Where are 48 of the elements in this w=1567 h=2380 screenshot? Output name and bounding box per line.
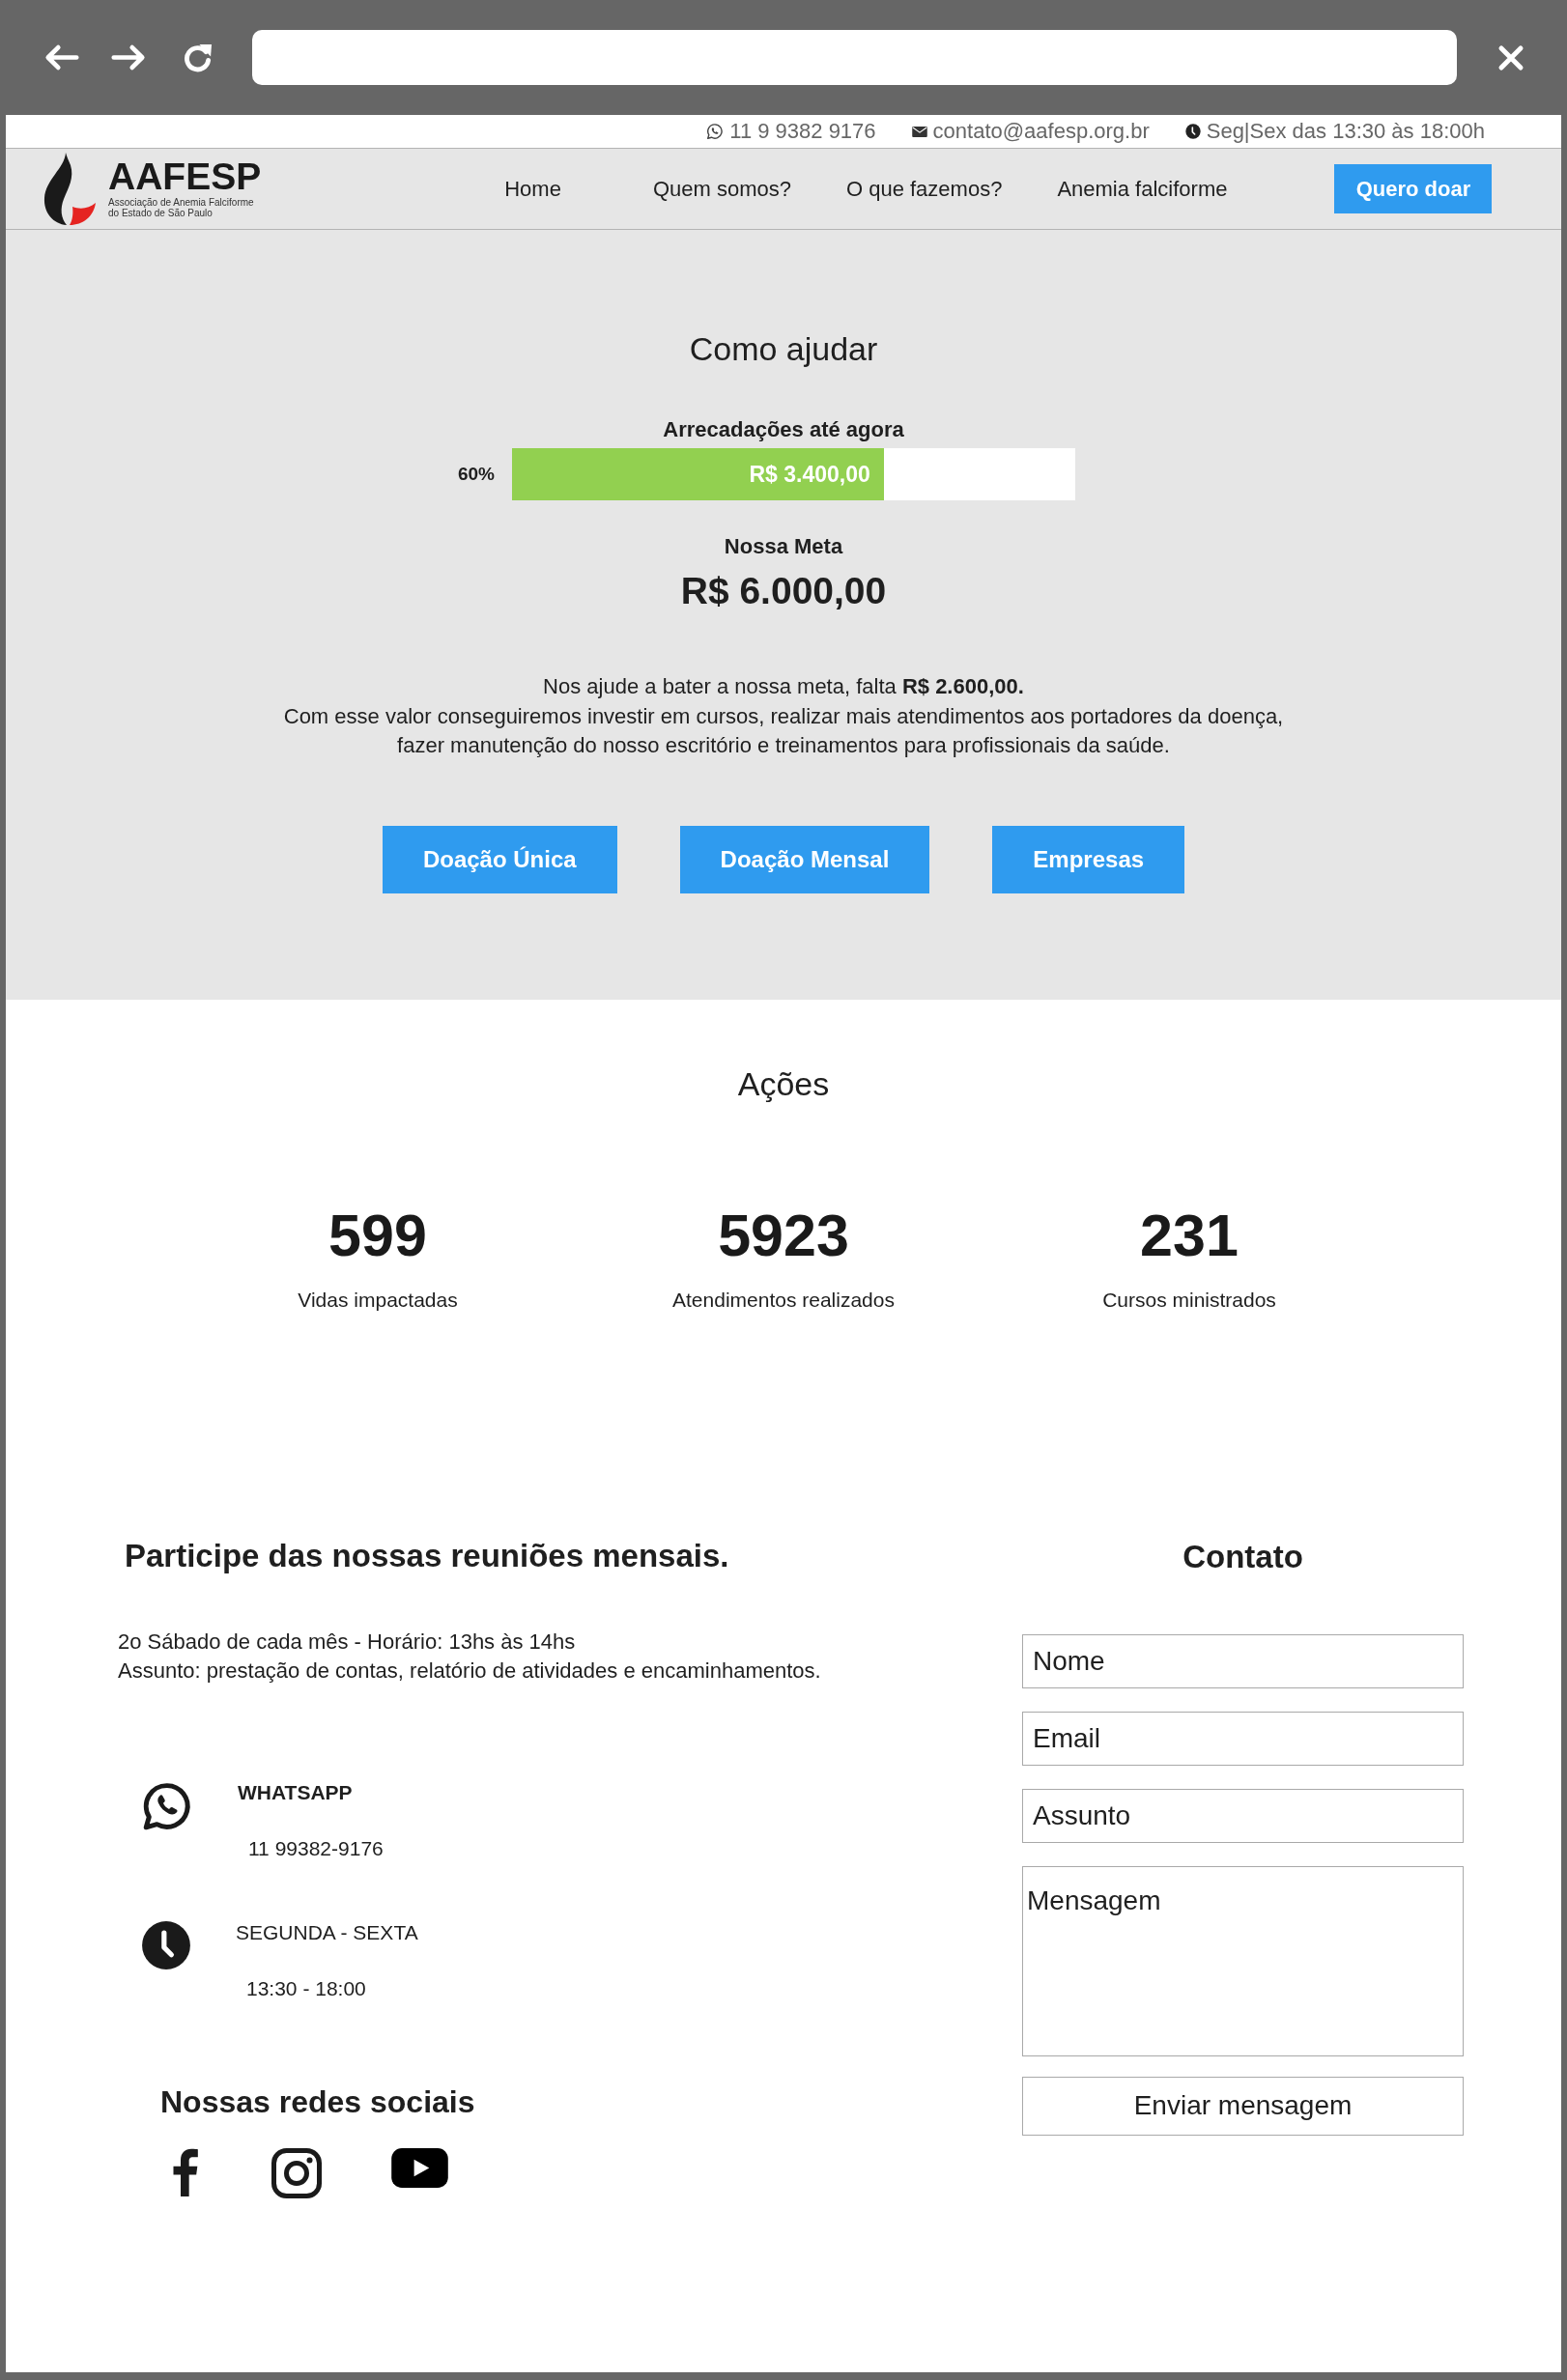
youtube-icon[interactable] xyxy=(391,2147,448,2188)
logo-tagline: Associação de Anemia Falciforme do Estado de São Paulo xyxy=(108,196,255,218)
contact-title: WHATSAPP xyxy=(238,1779,353,1804)
address-field[interactable] xyxy=(252,30,1457,85)
section-title: Ações xyxy=(736,1063,831,1103)
logo-wordmark[interactable]: AAFESP xyxy=(108,159,262,193)
contact-detail: 11 99382-9176 xyxy=(248,1836,384,1860)
stat-number: 231 xyxy=(1140,1201,1239,1270)
section-title: Como ajudar xyxy=(688,329,879,368)
whatsapp-icon xyxy=(706,123,725,140)
text-input-field[interactable]: Nome xyxy=(1022,1633,1464,1688)
goal-amount: R$ 6.000,00 xyxy=(679,569,888,613)
text-input-field[interactable]: Email xyxy=(1022,1711,1464,1766)
meeting-details: 2o Sábado de cada mês - Horário: 13hs às 14hs Assunto: prestação de contas, relatório de atividades e encaminhamentos. xyxy=(118,1628,822,1685)
progress-label: Arrecadações até agora xyxy=(662,417,905,442)
stat-number: 599 xyxy=(328,1201,427,1270)
forward-arrow-icon[interactable] xyxy=(110,43,146,71)
email-address: contato@aafesp.org.br xyxy=(932,121,1150,142)
progress-percent: 60% xyxy=(456,462,495,486)
clock-icon xyxy=(141,1919,191,1970)
contact-heading: Contato xyxy=(1182,1537,1304,1576)
nav-link[interactable]: O que fazemos? xyxy=(845,173,1003,205)
clock-icon xyxy=(1184,124,1201,139)
contact-title: SEGUNDA - SEXTA xyxy=(236,1919,418,1944)
facebook-icon[interactable] xyxy=(172,2147,198,2196)
contact-detail: 13:30 - 18:00 xyxy=(246,1976,366,2000)
goal-label: Nossa Meta xyxy=(723,534,844,559)
back-arrow-icon[interactable] xyxy=(44,43,80,71)
nav-link[interactable]: Anemia falciforme xyxy=(1057,173,1228,205)
reload-icon[interactable] xyxy=(183,42,213,72)
opening-hours: Seg|Sex das 13:30 às 18:00h xyxy=(1206,121,1485,142)
stat-label: Cursos ministrados xyxy=(1102,1288,1276,1312)
meetings-heading: Participe das nossas reuniões mensais. xyxy=(125,1537,730,1574)
instagram-icon[interactable] xyxy=(271,2147,322,2198)
close-icon[interactable] xyxy=(1497,43,1524,71)
stat-label: Vidas impactadas xyxy=(298,1288,458,1312)
stat-number: 5923 xyxy=(718,1201,849,1270)
envelope-icon xyxy=(911,126,927,137)
message-textarea[interactable]: Mensagem xyxy=(1022,1865,1464,2056)
nav-link[interactable]: Quem somos? xyxy=(652,173,791,205)
raised-amount: R$ 3.400,00 xyxy=(749,460,870,489)
goal-message: Nos ajude a bater a nossa meta, falta R$ 2.600,00. Com esse valor conseguiremos investir em cursos, realizar mais atendimentos aos portadores da doença, fazer manutenção do nosso escritório e treinamentos para profissionais da saúde. xyxy=(282,673,1285,759)
social-heading: Nossas redes sociais xyxy=(160,2082,476,2120)
phone-number: 11 9 9382 9176 xyxy=(729,121,876,142)
stat-label: Atendimentos realizados xyxy=(672,1288,895,1312)
nav-link[interactable]: Home xyxy=(504,173,561,205)
send-message-button[interactable]: Enviar mensagem xyxy=(1022,2076,1464,2136)
text-input-field[interactable]: Assunto xyxy=(1022,1788,1464,1843)
